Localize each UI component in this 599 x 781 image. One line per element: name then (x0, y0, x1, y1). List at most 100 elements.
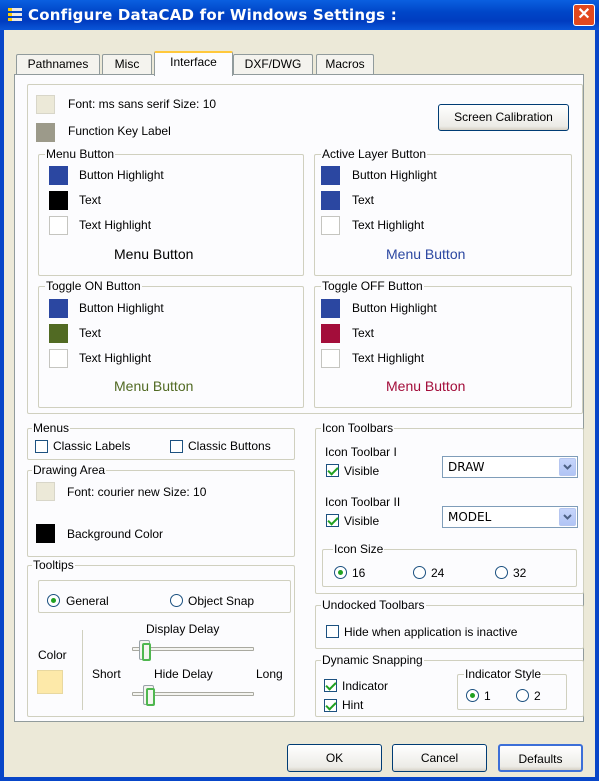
indicator-label: Indicator (342, 679, 389, 693)
toggle-on-highlight-label: Button Highlight (79, 301, 164, 315)
icon-size-24-label: 24 (431, 566, 445, 580)
title-bar: Configure DataCAD for Windows Settings :… (0, 0, 599, 30)
active-layer-highlight-color[interactable] (321, 166, 340, 185)
classic-buttons-label: Classic Buttons (188, 439, 271, 453)
icon-size-32-radio[interactable] (495, 566, 508, 579)
icon-toolbar-1-visible-checkbox[interactable] (326, 464, 339, 477)
drawing-font-button[interactable] (36, 482, 55, 501)
indicator-style-title: Indicator Style (464, 667, 543, 681)
tooltips-title: Tooltips (32, 558, 75, 572)
icon-toolbar-1-visible-label: Visible (344, 464, 380, 478)
drawing-area-title: Drawing Area (32, 463, 107, 477)
active-layer-preview: Menu Button (386, 246, 466, 262)
icon-toolbar-1-select[interactable]: DRAW (442, 456, 578, 478)
menu-button-title: Menu Button (45, 147, 116, 161)
object-snap-radio[interactable] (170, 594, 183, 607)
undocked-toolbars-title: Undocked Toolbars (321, 598, 426, 612)
ok-button[interactable]: OK (287, 744, 382, 772)
tab-dxf-dwg[interactable]: DXF/DWG (233, 54, 313, 74)
general-radio[interactable] (47, 594, 60, 607)
chevron-down-icon (559, 508, 576, 526)
indicator-style-1-radio[interactable] (466, 689, 479, 702)
toggle-off-preview: Menu Button (386, 378, 466, 394)
window-frame-bottom (0, 777, 599, 781)
background-color-label: Background Color (67, 527, 164, 541)
font-button[interactable] (36, 95, 55, 114)
display-delay-slider[interactable] (139, 640, 151, 661)
menu-button-highlight-color[interactable] (49, 166, 68, 185)
menu-text-color[interactable] (49, 191, 68, 210)
active-layer-text-highlight-color[interactable] (321, 216, 340, 235)
toggle-off-highlight-label: Button Highlight (352, 301, 437, 315)
background-color-swatch[interactable] (36, 524, 55, 543)
tab-macros[interactable]: Macros (316, 54, 374, 74)
menus-title: Menus (32, 421, 71, 435)
toggle-off-text-highlight-color[interactable] (321, 349, 340, 368)
icon-size-title: Icon Size (333, 542, 385, 556)
menu-text-label: Text (79, 193, 102, 207)
cancel-button[interactable]: Cancel (392, 744, 487, 772)
classic-labels-checkbox[interactable] (35, 440, 48, 453)
menu-button-preview: Menu Button (114, 246, 194, 262)
toggle-off-highlight-color[interactable] (321, 299, 340, 318)
icon-size-16-label: 16 (352, 566, 366, 580)
function-key-color[interactable] (36, 123, 55, 142)
indicator-style-2-label: 2 (534, 689, 541, 703)
app-icon (8, 8, 22, 22)
classic-buttons-checkbox[interactable] (170, 440, 183, 453)
indicator-style-2-radio[interactable] (516, 689, 529, 702)
tab-misc[interactable]: Misc (102, 54, 152, 74)
screen-calibration-button[interactable]: Screen Calibration (438, 104, 569, 131)
icon-toolbar-2-select[interactable]: MODEL (442, 506, 578, 528)
tab-interface[interactable]: Interface (154, 51, 233, 76)
object-snap-label: Object Snap (188, 594, 255, 608)
toggle-on-title: Toggle ON Button (45, 279, 142, 293)
hint-checkbox[interactable] (324, 699, 337, 712)
toggle-on-highlight-color[interactable] (49, 299, 68, 318)
icon-toolbar-2-visible-label: Visible (344, 514, 380, 528)
dynamic-snapping-title: Dynamic Snapping (321, 653, 424, 667)
tooltip-color-swatch[interactable] (37, 670, 63, 694)
menu-text-highlight-label: Text Highlight (79, 218, 152, 232)
icon-size-24-radio[interactable] (413, 566, 426, 579)
icon-toolbar-1-value: DRAW (448, 460, 485, 474)
indicator-checkbox[interactable] (324, 679, 337, 692)
window-frame-right (595, 30, 599, 781)
icon-toolbar-2-visible-checkbox[interactable] (326, 514, 339, 527)
display-delay-label: Display Delay (146, 622, 220, 636)
window-frame-left (0, 30, 4, 781)
toggle-off-text-highlight-label: Text Highlight (352, 351, 425, 365)
active-layer-text-label: Text (352, 193, 375, 207)
toggle-on-text-color[interactable] (49, 324, 68, 343)
window-title: Configure DataCAD for Windows Settings : (28, 6, 397, 24)
tab-pathnames[interactable]: Pathnames (16, 54, 100, 74)
hide-delay-slider[interactable] (143, 685, 155, 706)
defaults-button[interactable]: Defaults (498, 744, 583, 772)
menu-text-highlight-color[interactable] (49, 216, 68, 235)
active-layer-button-title: Active Layer Button (321, 147, 428, 161)
icon-size-16-radio[interactable] (334, 566, 347, 579)
active-layer-text-color[interactable] (321, 191, 340, 210)
long-label: Long (256, 667, 283, 681)
close-button[interactable]: ✕ (573, 4, 595, 26)
toggle-off-text-color[interactable] (321, 324, 340, 343)
toggle-on-preview: Menu Button (114, 378, 194, 394)
hide-delay-label: Hide Delay (154, 667, 213, 681)
toggle-on-text-label: Text (79, 326, 102, 340)
toggle-on-text-highlight-color[interactable] (49, 349, 68, 368)
toggle-on-text-highlight-label: Text Highlight (79, 351, 152, 365)
icon-toolbar-2-value: MODEL (448, 510, 492, 524)
function-key-label: Function Key Label (68, 124, 171, 138)
icon-size-32-label: 32 (513, 566, 527, 580)
icon-toolbar-2-label: Icon Toolbar II (325, 495, 401, 509)
hide-inactive-checkbox[interactable] (326, 625, 339, 638)
hint-label: Hint (342, 698, 364, 712)
chevron-down-icon (559, 458, 576, 476)
tooltip-separator (82, 630, 83, 710)
tooltip-color-label: Color (38, 648, 67, 662)
short-label: Short (92, 667, 121, 681)
indicator-style-1-label: 1 (484, 689, 491, 703)
toggle-off-title: Toggle OFF Button (321, 279, 424, 293)
classic-labels-label: Classic Labels (53, 439, 131, 453)
active-layer-highlight-label: Button Highlight (352, 168, 437, 182)
